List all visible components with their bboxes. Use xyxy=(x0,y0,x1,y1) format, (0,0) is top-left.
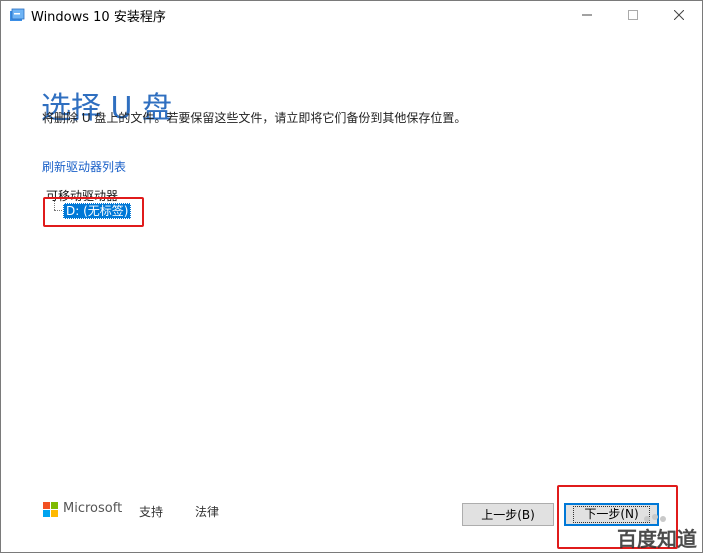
page-subtitle: 将删除 U 盘上的文件。若要保留这些文件，请立即将它们备份到其他保存位置。 xyxy=(42,111,467,125)
microsoft-brand-text: Microsoft xyxy=(63,501,123,516)
maximize-button[interactable] xyxy=(610,1,656,29)
watermark-text: 百度知道 xyxy=(617,527,697,551)
maximize-icon xyxy=(628,10,638,20)
minimize-icon xyxy=(582,14,592,16)
setup-window: Windows 10 安装程序 选择 U 盘 将删除 U 盘上的文件。若要保留这… xyxy=(0,0,703,553)
close-button[interactable] xyxy=(656,1,702,29)
close-icon xyxy=(674,10,684,20)
microsoft-logo-icon xyxy=(43,502,59,518)
minimize-button[interactable] xyxy=(564,1,610,29)
legal-link[interactable]: 法律 xyxy=(195,503,219,520)
back-button[interactable]: 上一步(B) xyxy=(462,503,554,526)
refresh-drive-list-link[interactable]: 刷新驱动器列表 xyxy=(42,158,126,175)
annotation-box-drive xyxy=(43,197,144,227)
window-title: Windows 10 安装程序 xyxy=(31,10,166,25)
title-bar[interactable]: Windows 10 安装程序 xyxy=(1,1,702,29)
setup-icon xyxy=(10,8,25,21)
watermark: 百度知道 xyxy=(617,514,699,551)
support-link[interactable]: 支持 xyxy=(139,503,163,520)
